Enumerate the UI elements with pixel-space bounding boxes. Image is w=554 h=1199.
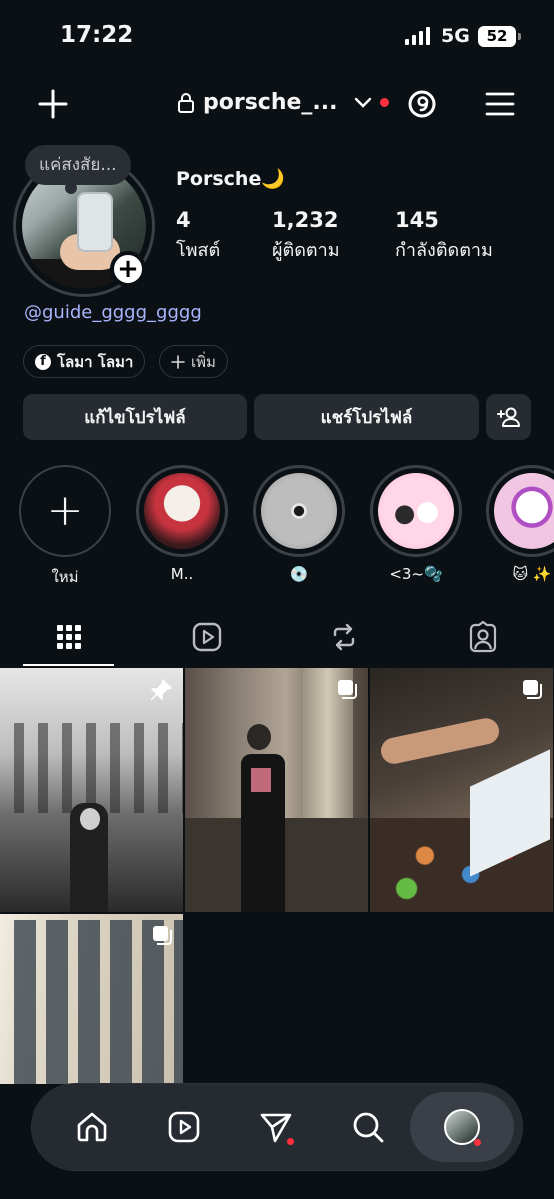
highlights-row: + ใหม่ M.. 💿 <3~🫧 🐱 ✨ (0, 465, 554, 586)
highlight-item[interactable]: M.. (136, 465, 228, 583)
add-chip-label: เพิ่ม (191, 352, 216, 371)
facebook-icon: f (35, 353, 51, 370)
threads-handle-link[interactable]: @guide_gggg_gggg (24, 302, 202, 323)
facebook-link-chip[interactable]: f โลมา โลมา (23, 345, 146, 378)
threads-button[interactable] (402, 84, 442, 124)
search-icon (353, 1112, 384, 1143)
highlight-cover (494, 473, 554, 549)
tab-reels[interactable] (161, 608, 253, 666)
display-name: Porsche🌙 (176, 168, 285, 190)
plus-icon (38, 89, 68, 119)
content-tabs (0, 608, 554, 668)
status-time: 17:22 (60, 22, 134, 48)
reels-icon (192, 622, 222, 652)
following-count: 145 (395, 208, 439, 232)
tab-posts[interactable] (23, 608, 115, 666)
home-icon (77, 1112, 107, 1142)
posts-count: 4 (176, 208, 191, 232)
stat-posts[interactable]: 4 โพสต์ (176, 208, 220, 264)
plus-icon (171, 354, 185, 369)
highlight-item[interactable]: <3~🫧 (370, 465, 462, 583)
nav-home[interactable] (69, 1104, 115, 1150)
highlight-caption: ใหม่ (51, 568, 79, 586)
share-profile-button[interactable]: แชร์โปรไฟล์ (254, 394, 479, 440)
top-nav: porsche_... (0, 78, 554, 130)
facebook-chip-label: โลมา โลมา (57, 352, 134, 371)
status-bar: 17:22 5G 52 (0, 0, 554, 74)
discover-people-button[interactable] (486, 394, 531, 440)
highlight-caption: <3~🫧 (389, 565, 443, 583)
battery-icon: 52 (478, 26, 521, 47)
menu-button[interactable] (480, 84, 520, 124)
network-label: 5G (441, 25, 470, 47)
post-thumbnail[interactable] (370, 668, 553, 912)
followers-count: 1,232 (272, 208, 339, 232)
posts-label: โพสต์ (176, 240, 221, 261)
lock-icon (178, 92, 194, 113)
carousel-icon (153, 926, 172, 945)
tab-tagged[interactable] (437, 608, 529, 666)
chevron-down-icon (354, 97, 371, 108)
highlight-item[interactable]: 💿 (253, 465, 345, 583)
highlight-new[interactable]: + ใหม่ (19, 465, 111, 589)
highlight-caption: 💿 (289, 565, 309, 583)
post-thumbnail[interactable] (0, 914, 183, 1084)
highlight-caption: M.. (170, 565, 194, 583)
reposts-icon (333, 623, 355, 651)
account-switcher[interactable]: porsche_... (177, 90, 389, 115)
reels-icon (168, 1111, 200, 1143)
add-story-button[interactable]: + (110, 251, 146, 287)
nav-profile[interactable] (410, 1092, 514, 1162)
bottom-nav (32, 1084, 522, 1170)
grid-icon (57, 625, 81, 649)
tagged-icon (469, 621, 497, 653)
highlight-cover (261, 473, 337, 549)
pin-icon (150, 679, 172, 701)
post-thumbnail[interactable] (185, 668, 368, 912)
plus-icon: + (46, 485, 84, 536)
add-person-icon (496, 407, 520, 427)
menu-icon (485, 92, 515, 116)
messages-notification-dot (287, 1138, 294, 1145)
threads-icon (408, 90, 436, 118)
carousel-icon (523, 680, 542, 699)
following-label: กำลังติดตาม (395, 240, 493, 261)
username: porsche_... (203, 90, 338, 115)
add-link-chip[interactable]: เพิ่ม (159, 345, 228, 378)
highlight-item[interactable]: 🐱 ✨ (486, 465, 554, 583)
nav-messages[interactable] (253, 1104, 299, 1150)
create-button[interactable] (33, 84, 73, 124)
active-tab-indicator (23, 664, 114, 666)
signal-icon (405, 27, 430, 45)
edit-profile-button[interactable]: แก้ไขโปรไฟล์ (23, 394, 247, 440)
note-bubble[interactable]: แค่สงสัย... (25, 145, 131, 194)
followers-label: ผู้ติดตาม (272, 240, 340, 261)
profile-notification-dot (474, 1139, 481, 1146)
notification-dot (379, 98, 389, 107)
highlight-caption: 🐱 ✨ (512, 565, 552, 583)
stat-followers[interactable]: 1,232 ผู้ติดตาม (272, 208, 340, 264)
stat-following[interactable]: 145 กำลังติดตาม (395, 208, 493, 264)
highlight-cover (378, 473, 454, 549)
post-thumbnail[interactable] (0, 668, 183, 912)
carousel-icon (338, 680, 357, 699)
nav-search[interactable] (345, 1104, 391, 1150)
highlight-cover (144, 473, 220, 549)
tab-reposts[interactable] (298, 608, 390, 666)
profile-avatar-small (444, 1109, 481, 1146)
nav-reels[interactable] (161, 1104, 207, 1150)
